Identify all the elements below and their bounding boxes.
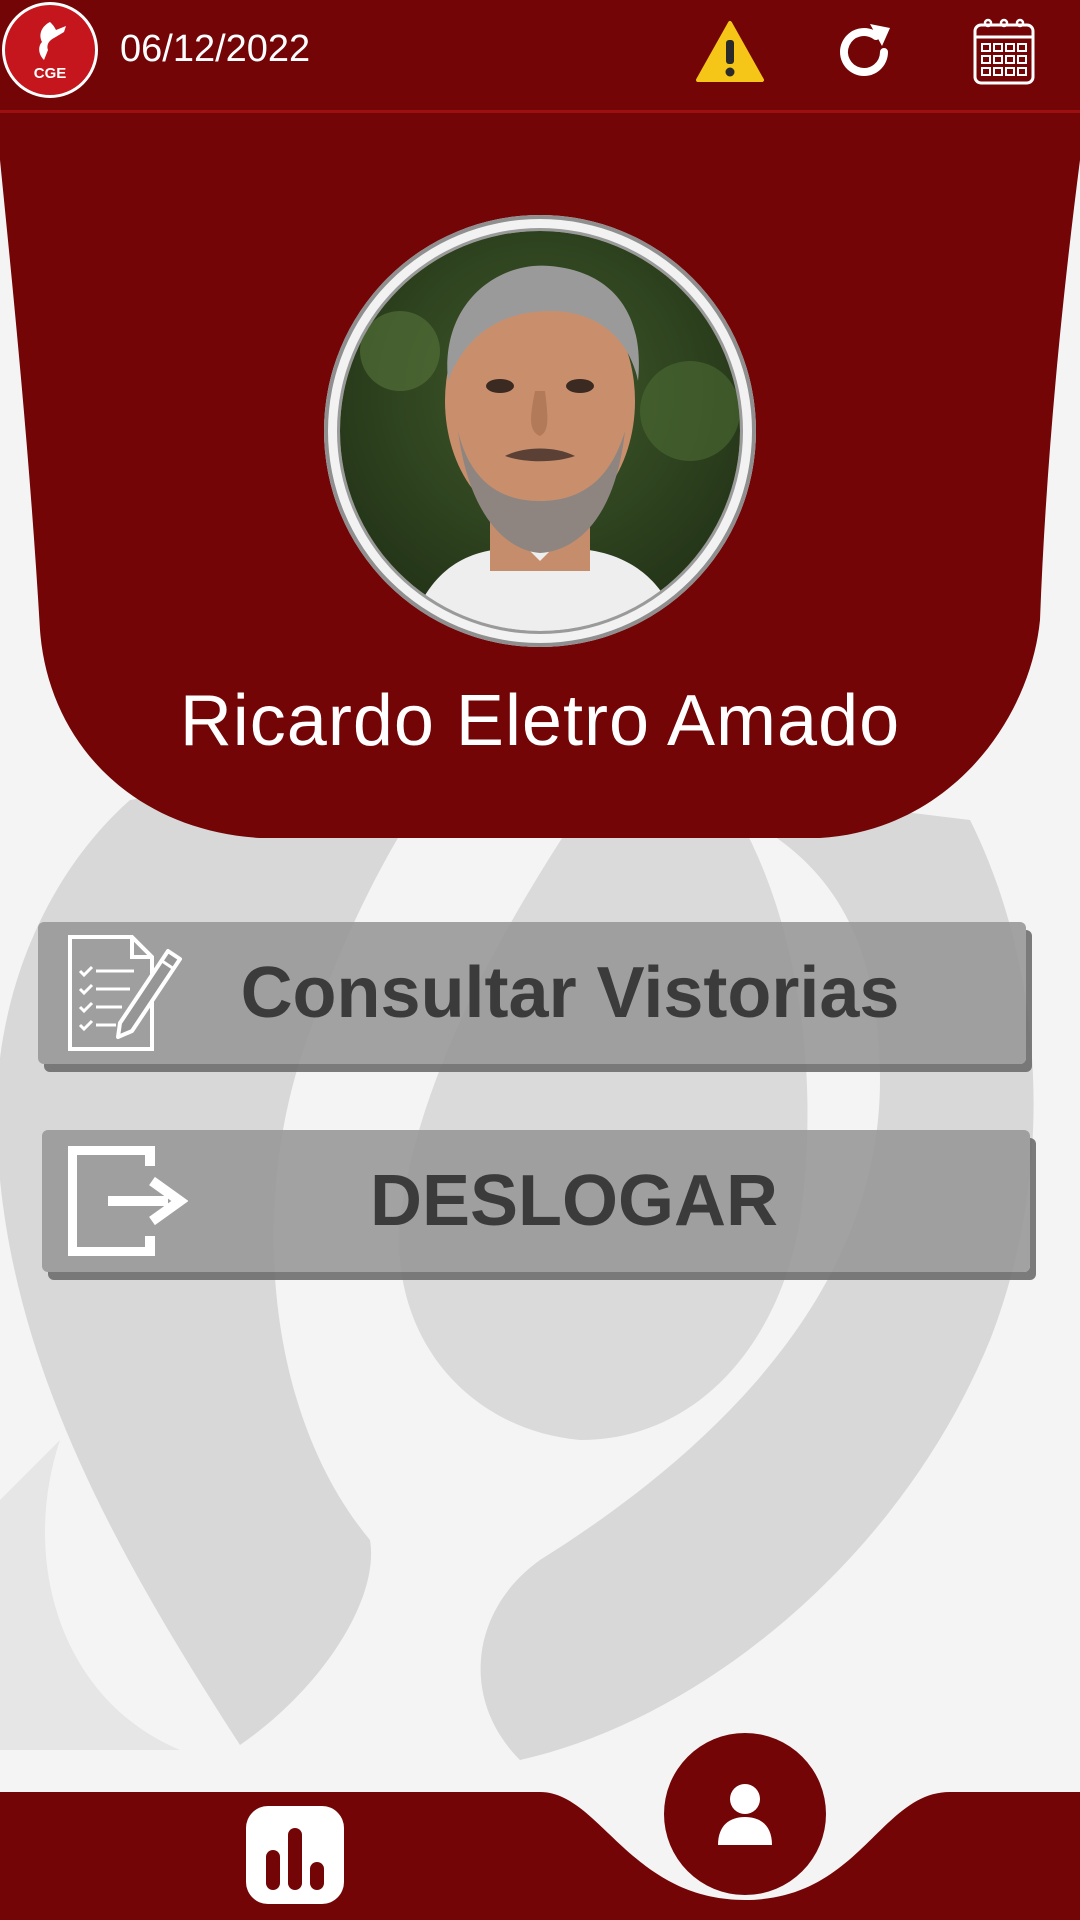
logout-button[interactable]: DESLOGAR [42,1130,1030,1272]
calendar-icon[interactable] [966,14,1042,90]
stats-nav-button[interactable] [246,1806,344,1904]
user-icon [718,1784,772,1845]
consult-inspections-button[interactable]: Consultar Vistorias [38,922,1026,1064]
profile-photo [340,231,740,631]
top-bar: CGE 06/12/2022 [0,0,1080,113]
logout-icon [58,1136,198,1266]
current-date: 06/12/2022 [120,28,311,70]
checklist-icon [54,928,194,1058]
logout-label: DESLOGAR [369,1161,779,1241]
profile-avatar [324,215,756,647]
consult-inspections-label: Consultar Vistorias [240,953,900,1033]
warning-icon[interactable] [692,14,768,90]
profile-nav-button[interactable] [664,1733,826,1895]
bar-chart-icon [266,1828,324,1890]
app-logo: CGE [2,2,98,98]
logo-text: CGE [33,64,67,82]
user-name: Ricardo Eletro Amado [179,681,901,761]
bottom-nav-bar [0,1792,1080,1920]
refresh-icon[interactable] [826,14,902,90]
